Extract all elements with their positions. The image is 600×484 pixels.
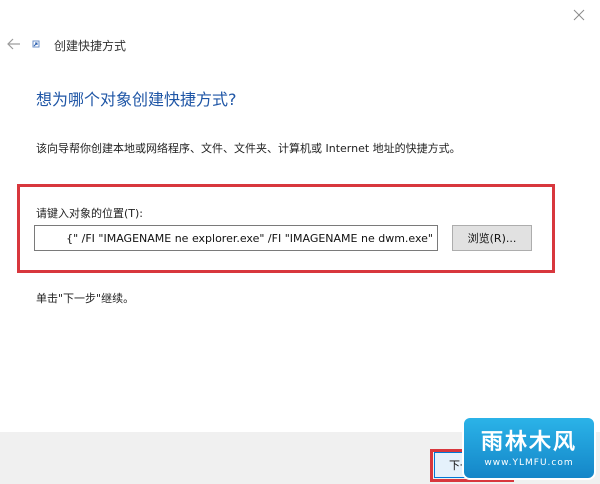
location-input[interactable] <box>34 225 438 251</box>
create-shortcut-window: 创建快捷方式 想为哪个对象创建快捷方式? 该向导帮你创建本地或网络程序、文件、文… <box>0 0 600 484</box>
watermark-url: www.YLMFU.com <box>484 458 574 468</box>
watermark-logo: 雨林木风 www.YLMFU.com <box>462 416 596 480</box>
close-button[interactable] <box>566 4 592 26</box>
close-icon <box>573 9 585 21</box>
page-heading: 想为哪个对象创建快捷方式? <box>36 90 237 109</box>
watermark-text: 雨林木风 <box>480 430 577 455</box>
shortcut-wizard-icon <box>32 40 40 48</box>
back-arrow-icon <box>7 38 20 50</box>
back-button[interactable] <box>4 34 24 54</box>
wizard-title: 创建快捷方式 <box>54 39 127 53</box>
location-label: 请键入对象的位置(T): <box>36 207 144 220</box>
wizard-description: 该向导帮你创建本地或网络程序、文件、文件夹、计算机或 Internet 地址的快… <box>36 142 461 155</box>
continue-hint: 单击"下一步"继续。 <box>36 292 135 305</box>
browse-button[interactable]: 浏览(R)... <box>452 225 532 251</box>
